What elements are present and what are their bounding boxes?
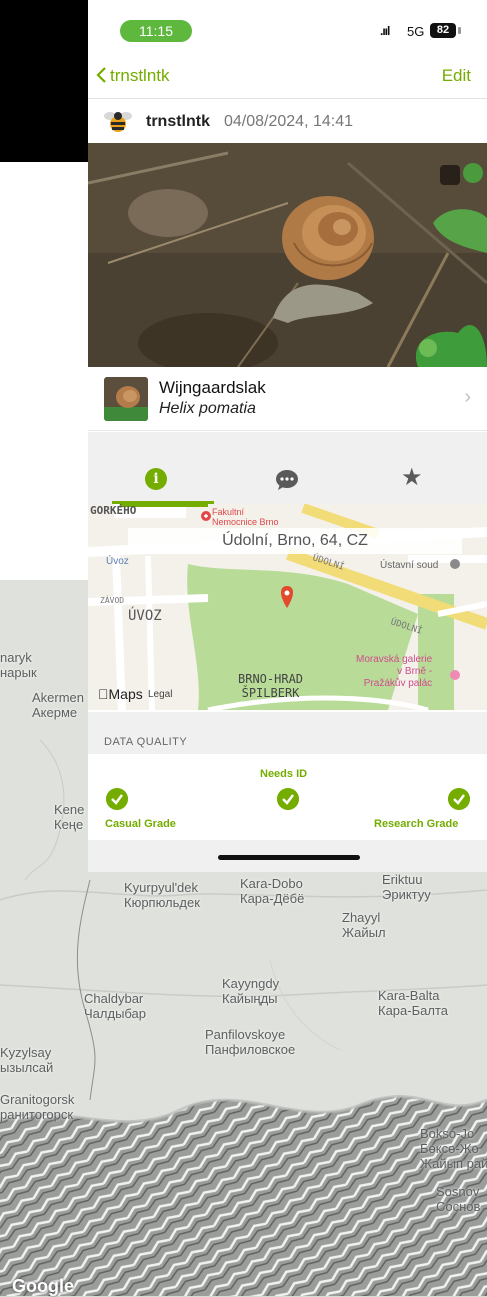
map-label-naryk: naryk нарык <box>0 650 37 680</box>
status-bar: 11:15 .ııl 5G 82 <box>88 0 487 50</box>
map-address: Údolní, Brno, 64, CZ <box>128 528 462 554</box>
observer-username[interactable]: trnstlntk <box>146 113 210 131</box>
map-label-akermen: Akermen Акерме <box>32 690 85 720</box>
side-panel <box>0 162 88 580</box>
observation-tab-bar: i ★ <box>88 432 487 504</box>
chevron-right-icon: › <box>464 386 471 408</box>
tab-comments[interactable] <box>221 432 354 504</box>
map-label-gorkeho: GORKÉHO <box>90 504 137 517</box>
map-label-kara-dobo: Kara-Dobo Кара-Дёбё <box>240 876 305 906</box>
comment-bubble-icon <box>276 470 298 490</box>
observation-date: 04/08/2024, 14:41 <box>224 113 354 130</box>
map-label-bokso-jol: Bokso-Jo Бөксө-Жо Жайып рай <box>420 1126 487 1171</box>
map-label-ustavni-soud: Ústavní soud <box>380 560 439 571</box>
navigation-bar: trnstlntk Edit <box>88 58 487 99</box>
map-label-chaldybar: Chaldybar Чалдыбар <box>84 991 147 1021</box>
network-type: 5G <box>407 24 425 39</box>
info-icon: i <box>145 468 167 490</box>
map-label-moravska-galerie: Moravská galerie v Brně - Pražákův palác <box>356 654 433 689</box>
taxon-row[interactable]: Wijngaardslak Helix pomatia › <box>88 368 487 431</box>
casual-grade-check-icon <box>106 788 128 810</box>
map-legal-link[interactable]: Legal <box>148 689 172 700</box>
data-quality-grades: Casual Grade Needs ID Research Grade <box>88 754 487 840</box>
research-grade-label: Research Grade <box>374 818 459 830</box>
map-label-uvoz: ÚVOZ <box>128 608 162 624</box>
observation-photo[interactable] <box>88 143 487 367</box>
tab-info[interactable]: i <box>88 432 221 504</box>
data-quality-header: DATA QUALITY <box>88 712 487 754</box>
taxon-common-name: Wijngaardslak <box>159 378 266 397</box>
home-indicator[interactable] <box>218 855 360 860</box>
casual-grade-label: Casual Grade <box>105 818 176 830</box>
map-label-kene: Kene Кеңе <box>54 802 85 832</box>
map-label-hospital: Fakultní Nemocnice Brno <box>212 507 279 527</box>
location-map[interactable]: GORKÉHO Fakultní Nemocnice Brno Údolní, B… <box>88 504 487 710</box>
battery-icon: 82 <box>430 23 456 38</box>
map-label-kayyngdy: Kayyngdy Кайыңды <box>222 976 280 1006</box>
data-quality-title: DATA QUALITY <box>104 736 188 748</box>
back-button[interactable]: trnstlntk <box>96 66 170 86</box>
needs-id-check-icon <box>277 788 299 810</box>
edit-button[interactable]: Edit <box>442 66 471 86</box>
map-label-kara-balta: Kara-Balta Кара-Балта <box>378 988 448 1018</box>
map-label-brno-hrad: BRNO-HRAD ŠPILBERK <box>238 672 304 700</box>
map-label-panfilovskoye: Panfilovskoye Панфиловское <box>205 1027 296 1057</box>
signal-strength-icon: .ııl <box>380 24 390 38</box>
map-label-zavod: ZÁVOD <box>100 596 125 605</box>
phone-screen: 11:15 .ııl 5G 82 trnstlntk Edit trnstlnt… <box>88 0 487 872</box>
user-avatar-icon <box>104 112 132 132</box>
status-time: 11:15 <box>120 20 192 42</box>
map-label-eriktuu: Eriktuu Эриктуу <box>382 872 431 902</box>
apple-maps-logo: Maps <box>98 686 143 702</box>
needs-id-label: Needs ID <box>260 768 308 780</box>
map-label-sosnovka: Sosnov Соснов <box>436 1184 481 1214</box>
battery-cap <box>458 27 461 34</box>
google-logo: Google <box>12 1276 74 1296</box>
tab-favorites[interactable]: ★ <box>354 432 487 504</box>
map-label-kyurpyuldek: Kyurpyul'dek Кюрпюльдек <box>124 880 200 910</box>
research-grade-check-icon <box>448 788 470 810</box>
observer-row[interactable]: trnstlntk 04/08/2024, 14:41 <box>88 104 487 140</box>
taxon-scientific-name: Helix pomatia <box>159 400 256 417</box>
star-icon: ★ <box>401 464 423 491</box>
map-label-uvoz-stop: Úvoz <box>106 556 129 567</box>
fullscreen-icon[interactable] <box>440 165 460 185</box>
map-label-kyzylsay: Kyzylsay ызылсай <box>0 1045 54 1075</box>
chevron-left-icon <box>96 67 106 83</box>
taxon-thumbnail <box>104 377 148 421</box>
map-label-zhayyl: Zhayyl Жайыл <box>342 910 386 940</box>
map-label-granitogorsk: Granitogorsk ранитогорск <box>0 1092 75 1122</box>
back-button-label: trnstlntk <box>110 66 170 85</box>
black-overlay-block <box>0 0 88 162</box>
